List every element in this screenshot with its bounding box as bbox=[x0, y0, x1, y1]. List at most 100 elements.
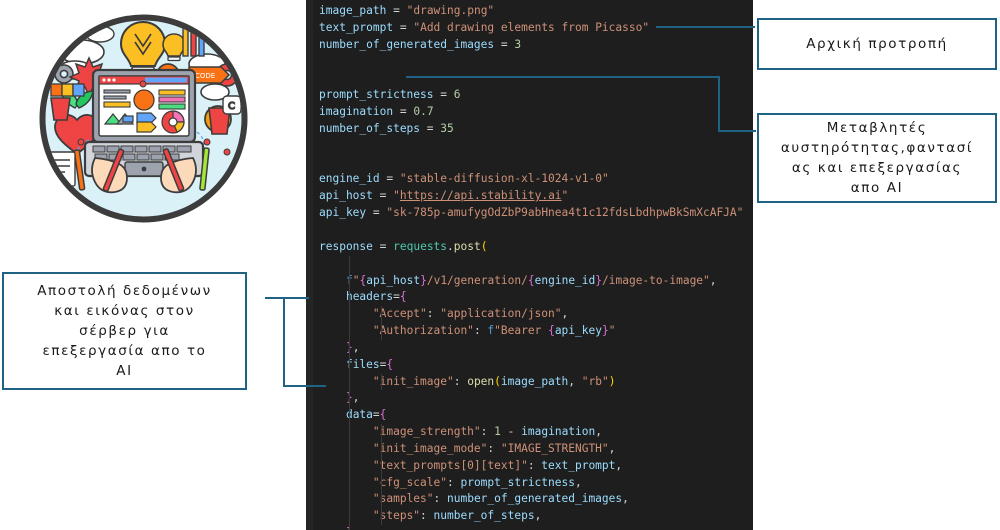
code-token: , bbox=[622, 492, 629, 506]
annotation-ai-variables-line4: απο AI bbox=[850, 180, 904, 196]
code-token: , bbox=[595, 425, 602, 439]
code-token: api_host bbox=[319, 189, 373, 203]
code-line: } bbox=[313, 525, 753, 530]
code-token: imagination bbox=[319, 105, 394, 119]
code-token: "init_image_mode" bbox=[372, 441, 488, 455]
code-content[interactable]: image_path = "drawing.png" text_prompt = … bbox=[313, 3, 753, 530]
code-token: /v1/generation/ bbox=[426, 273, 528, 287]
code-token: files bbox=[345, 357, 380, 371]
code-token: post bbox=[453, 239, 481, 253]
indent-guide-icon bbox=[349, 323, 350, 340]
code-token: } bbox=[595, 273, 603, 287]
code-token: : bbox=[473, 324, 488, 338]
annotation-ai-variables-line2: αυστηρότητας,φαντασί bbox=[780, 140, 974, 156]
code-token: , bbox=[534, 509, 542, 523]
code-token: text_prompt bbox=[319, 20, 394, 34]
code-token: api_host bbox=[366, 273, 421, 287]
annotation-send-data-line2: και εικόνας στον bbox=[54, 303, 195, 319]
code-token: = bbox=[393, 4, 400, 17]
indent-guide-icon bbox=[381, 491, 382, 509]
indent-guide-icon bbox=[381, 508, 382, 526]
laptop-creativity-illustration: CODE C bbox=[37, 12, 250, 225]
code-token: prompt_strictness bbox=[460, 475, 575, 489]
code-editor-panel[interactable]: image_path = "drawing.png" text_prompt = … bbox=[306, 0, 753, 530]
annotation-ai-variables-line1: Μεταβλητές bbox=[826, 120, 928, 136]
code-line: "Authorization": f"Bearer {api_key}" bbox=[313, 323, 753, 340]
code-line: files={ bbox=[313, 356, 753, 374]
code-token: { bbox=[379, 408, 387, 422]
annotation-initial-prompt-text: Αρχική προτροπή bbox=[806, 36, 948, 52]
code-token: "stable-diffusion-xl-1024-v1-0" bbox=[399, 172, 609, 186]
indent-guide-icon bbox=[349, 440, 350, 458]
indent-guide-icon bbox=[349, 255, 350, 273]
code-token: { bbox=[399, 290, 407, 304]
code-token: , bbox=[709, 273, 717, 287]
code-line: "steps": number_of_steps, bbox=[313, 508, 753, 526]
code-token: image_path bbox=[500, 374, 569, 388]
indent-guide-icon bbox=[381, 457, 382, 475]
code-line: "cfg_scale": prompt_strictness, bbox=[313, 474, 753, 492]
code-token: " bbox=[393, 189, 400, 203]
code-token: = bbox=[500, 37, 508, 51]
code-line: imagination = 0.7 bbox=[313, 104, 753, 121]
code-line: api_host = "https://api.stability.ai" bbox=[313, 188, 753, 205]
code-token: : bbox=[433, 492, 447, 506]
code-line: "init_image": open(image_path, "rb") bbox=[313, 373, 753, 391]
indent-guide-icon bbox=[349, 457, 350, 475]
code-token: , bbox=[574, 475, 582, 489]
connector-params-vertical bbox=[718, 76, 720, 132]
code-token: : bbox=[480, 425, 495, 439]
code-token: response bbox=[319, 239, 373, 253]
code-line: api_key = "sk-785p-amufygOdZbP9abHnea4t1… bbox=[313, 205, 753, 222]
code-token: number_of_generated_images bbox=[319, 37, 495, 51]
code-token: headers bbox=[345, 290, 394, 304]
code-token: text_prompt bbox=[541, 458, 616, 472]
code-token: : bbox=[426, 307, 441, 321]
indent-guide-icon bbox=[349, 390, 350, 408]
code-token: "steps" bbox=[372, 509, 421, 523]
code-line: "Accept": "application/json", bbox=[313, 306, 753, 324]
code-line: image_path = "drawing.png" bbox=[313, 3, 753, 20]
code-token: requests bbox=[393, 239, 448, 253]
code-token: open bbox=[467, 374, 495, 388]
connector-data-horizontal-top bbox=[265, 297, 309, 299]
connector-params-horizontal-top bbox=[406, 76, 720, 78]
code-token: : bbox=[487, 441, 501, 455]
code-token: "sk-785p-amufygOdZbP9abHnea4t1c12fdsLbdh… bbox=[386, 206, 744, 220]
code-token: } bbox=[601, 324, 609, 338]
indent-guide-icon bbox=[349, 474, 350, 492]
indent-guide-icon bbox=[381, 373, 382, 391]
code-token: : bbox=[527, 458, 542, 472]
indent-guide-icon bbox=[381, 440, 382, 458]
code-token: , bbox=[352, 340, 360, 354]
code-line: f"{api_host}/v1/generation/{engine_id}/i… bbox=[313, 272, 753, 290]
annotation-send-data-line3: σέρβερ για bbox=[79, 323, 170, 339]
connector-data-vertical bbox=[283, 297, 285, 387]
indent-guide-icon bbox=[349, 424, 350, 441]
code-token: /image-to-image" bbox=[602, 273, 710, 287]
indent-guide-icon bbox=[349, 491, 350, 509]
code-token: "IMAGE_STRENGTH" bbox=[500, 441, 609, 455]
code-token: = bbox=[393, 290, 400, 304]
indent-guide-icon bbox=[349, 289, 350, 307]
code-token: engine_id bbox=[534, 273, 596, 287]
code-token: ) bbox=[608, 374, 616, 388]
